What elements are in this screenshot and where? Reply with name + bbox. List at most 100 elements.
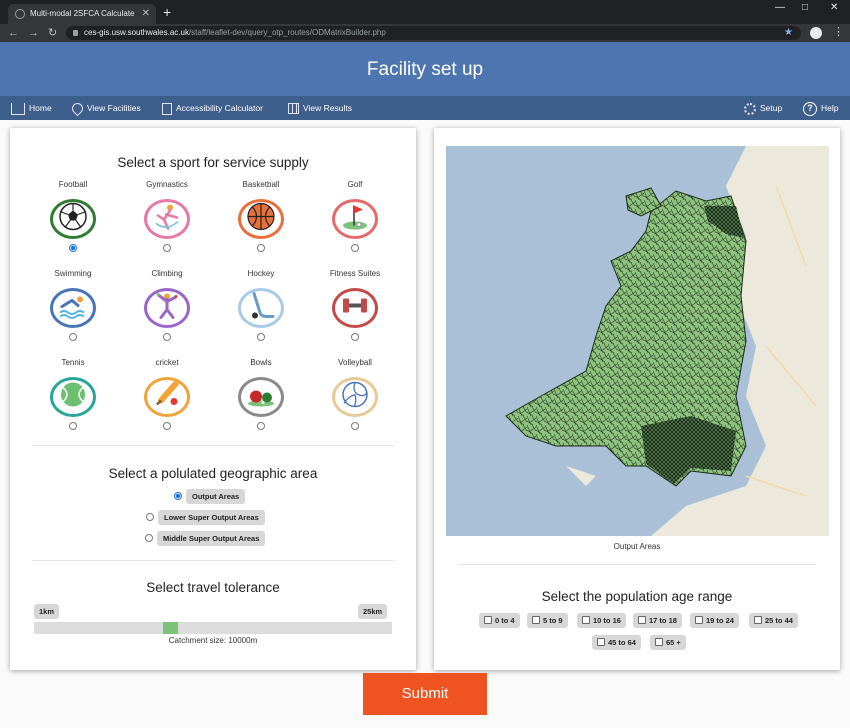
help-icon: ?: [803, 101, 817, 116]
sport-radio[interactable]: [69, 244, 77, 252]
wales-map[interactable]: [446, 146, 829, 536]
age-range-label: 10 to 16: [593, 616, 621, 625]
sport-label: Gymnastics: [146, 180, 188, 189]
sport-option-swimming[interactable]: Swimming: [28, 269, 118, 341]
url-host: ces-gis.usw.southwales.ac.uk: [84, 28, 189, 37]
golf-icon[interactable]: [332, 199, 378, 239]
reload-icon[interactable]: ↻: [48, 25, 57, 41]
url-path: /staff/leaflet-dev/query_otp_routes/ODMa…: [188, 28, 386, 37]
age-range-option[interactable]: 45 to 64: [592, 635, 641, 650]
area-radio[interactable]: [145, 534, 153, 542]
checkbox[interactable]: [754, 616, 762, 624]
window-close-icon[interactable]: ✕: [830, 2, 838, 13]
sport-radio[interactable]: [351, 244, 359, 252]
gear-icon: [744, 102, 756, 115]
sport-option-football[interactable]: Football: [28, 180, 118, 252]
nav-home-label: Home: [29, 103, 52, 113]
nav-help[interactable]: ? Help: [803, 96, 838, 120]
map-caption: Output Areas: [613, 542, 661, 551]
checkbox[interactable]: [597, 638, 605, 646]
nav-view-facilities-label: View Facilities: [87, 103, 141, 113]
sport-option-basketball[interactable]: Basketball: [216, 180, 306, 252]
cricket-icon[interactable]: [144, 377, 190, 417]
globe-icon: [15, 9, 25, 19]
sport-radio[interactable]: [351, 422, 359, 430]
bookmark-star-icon[interactable]: ★: [784, 26, 793, 40]
sport-radio[interactable]: [163, 244, 171, 252]
nav-help-label: Help: [821, 103, 839, 113]
sport-radio[interactable]: [257, 422, 265, 430]
age-section-title: Select the population age range: [541, 589, 733, 604]
sport-radio[interactable]: [69, 333, 77, 341]
age-range-option[interactable]: 65 +: [650, 635, 686, 650]
area-radio[interactable]: [174, 492, 182, 500]
sport-radio[interactable]: [257, 333, 265, 341]
maximize-icon[interactable]: □: [802, 2, 808, 13]
sport-label: Hockey: [247, 269, 275, 278]
new-tab-button[interactable]: +: [163, 3, 171, 21]
sport-option-hockey[interactable]: Hockey: [216, 269, 306, 341]
checkbox[interactable]: [638, 616, 646, 624]
sport-radio[interactable]: [69, 422, 77, 430]
age-range-option[interactable]: 0 to 4: [479, 613, 520, 628]
sport-radio[interactable]: [163, 422, 171, 430]
football-icon[interactable]: [50, 199, 96, 239]
sport-label: Fitness Suites: [329, 269, 381, 278]
nav-setup[interactable]: Setup: [744, 96, 782, 120]
travel-slider-track[interactable]: [34, 622, 392, 634]
dumbbell-icon[interactable]: [332, 288, 378, 328]
age-range-option[interactable]: 10 to 16: [577, 613, 626, 628]
address-bar[interactable]: ces-gis.usw.southwales.ac.uk/staff/leafl…: [66, 26, 801, 40]
volleyball-icon[interactable]: [332, 377, 378, 417]
age-range-option[interactable]: 19 to 24: [690, 613, 739, 628]
area-radio[interactable]: [146, 513, 154, 521]
profile-icon[interactable]: [810, 27, 822, 39]
hockey-icon[interactable]: [238, 288, 284, 328]
sport-option-cricket[interactable]: cricket: [122, 358, 212, 430]
nav-home[interactable]: Home: [11, 96, 52, 120]
gymnastics-icon[interactable]: [144, 199, 190, 239]
minimize-icon[interactable]: —: [775, 2, 785, 13]
nav-view-results-label: View Results: [303, 103, 352, 113]
age-range-option[interactable]: 25 to 44: [749, 613, 798, 628]
sport-option-fitness-suites[interactable]: Fitness Suites: [310, 269, 400, 341]
sport-option-tennis[interactable]: Tennis: [28, 358, 118, 430]
area-option-label: Lower Super Output Areas: [158, 510, 265, 525]
climbing-icon[interactable]: [144, 288, 190, 328]
checkbox[interactable]: [655, 638, 663, 646]
back-icon[interactable]: ←: [8, 25, 19, 41]
sport-option-bowls[interactable]: Bowls: [216, 358, 306, 430]
forward-icon[interactable]: →: [28, 25, 39, 41]
sport-option-climbing[interactable]: Climbing: [122, 269, 212, 341]
sport-option-gymnastics[interactable]: Gymnastics: [122, 180, 212, 252]
nav-view-facilities[interactable]: View Facilities: [69, 96, 141, 120]
sport-label: Bowls: [250, 358, 272, 367]
checkbox[interactable]: [532, 616, 540, 624]
nav-accessibility-calculator[interactable]: Accessibility Calculator: [162, 96, 263, 120]
checkbox[interactable]: [695, 616, 703, 624]
sport-option-volleyball[interactable]: Volleyball: [310, 358, 400, 430]
swimming-icon[interactable]: [50, 288, 96, 328]
divider: [32, 445, 394, 446]
sport-option-golf[interactable]: Golf: [310, 180, 400, 252]
sport-label: Climbing: [151, 269, 183, 278]
age-range-option[interactable]: 5 to 9: [527, 613, 568, 628]
age-range-option[interactable]: 17 to 18: [633, 613, 682, 628]
area-option-label: Middle Super Output Areas: [157, 531, 266, 546]
tennis-icon[interactable]: [50, 377, 96, 417]
nav-view-results[interactable]: View Results: [288, 96, 352, 120]
submit-button[interactable]: Submit: [363, 673, 487, 715]
browser-tab[interactable]: Multi-modal 2SFCA Calculate ✕: [8, 4, 156, 24]
home-icon: [11, 102, 25, 115]
checkbox[interactable]: [484, 616, 492, 624]
sport-radio[interactable]: [351, 333, 359, 341]
travel-slider-handle[interactable]: [162, 622, 178, 634]
checkbox[interactable]: [582, 616, 590, 624]
sport-radio[interactable]: [163, 333, 171, 341]
tab-close-icon[interactable]: ✕: [142, 4, 150, 24]
sport-radio[interactable]: [257, 244, 265, 252]
basketball-icon[interactable]: [238, 199, 284, 239]
bowls-icon[interactable]: [238, 377, 284, 417]
map-panel: Output Areas Select the population age r…: [434, 128, 840, 670]
menu-kebab-icon[interactable]: ⋮: [833, 25, 844, 38]
